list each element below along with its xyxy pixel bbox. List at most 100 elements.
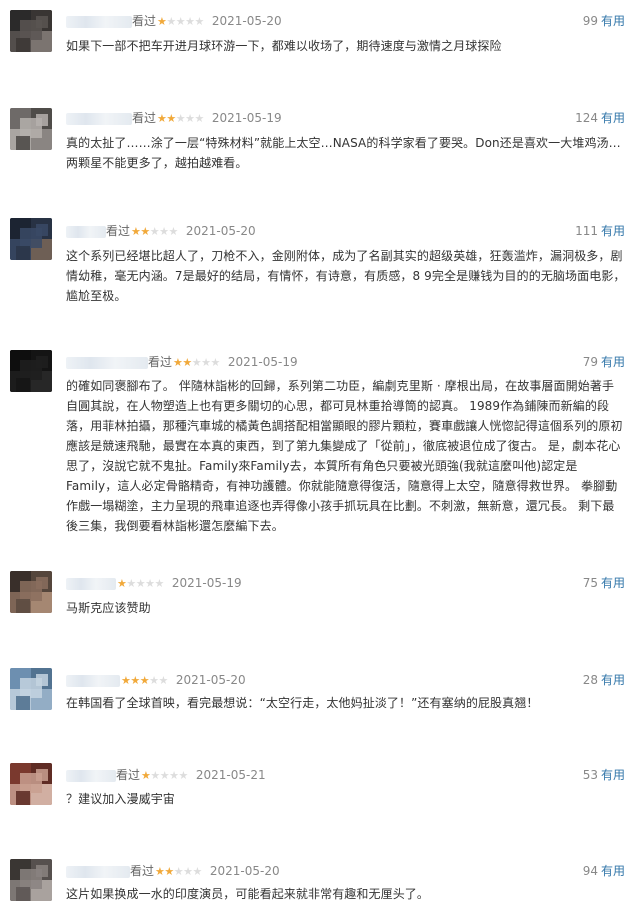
- username-blurred[interactable]: [66, 674, 120, 687]
- watch-status: 看过: [130, 864, 155, 878]
- review-content: 的確如同褒腳布了。 伴隨林詣彬的回歸，系列第二功臣，編劇克里斯 · 摩根出局，在…: [66, 379, 623, 533]
- review-date: 2021-05-19: [171, 576, 242, 590]
- avatar[interactable]: [10, 350, 52, 392]
- review-meta: 看过★★★★★ 2021-05-19: [66, 110, 282, 126]
- username-blurred[interactable]: [66, 15, 132, 28]
- useful-votes: 53 有用: [583, 767, 625, 783]
- rating-stars: ★★★★★: [117, 576, 164, 592]
- avatar[interactable]: [10, 859, 52, 901]
- review-meta: 看过★★★★★ 2021-05-20: [66, 13, 282, 29]
- username-blurred[interactable]: [66, 769, 116, 782]
- vote-count: 28: [582, 673, 598, 687]
- review-content: 真的太扯了……涂了一层“特殊材料”就能上太空…NASA的科学家看了要哭。Don还…: [66, 136, 621, 170]
- avatar[interactable]: [10, 763, 52, 805]
- review-date: 2021-05-20: [175, 673, 246, 687]
- useful-votes: 79 有用: [583, 354, 625, 370]
- rating-stars: ★★★★★: [157, 111, 204, 127]
- username-blurred[interactable]: [66, 225, 106, 238]
- review-date: 2021-05-20: [211, 14, 282, 28]
- watch-status: 看过: [132, 14, 157, 28]
- avatar[interactable]: [10, 571, 52, 613]
- star-empty-icon: ★: [145, 577, 155, 590]
- useful-button[interactable]: 有用: [601, 768, 625, 782]
- username-blurred[interactable]: [66, 865, 130, 878]
- useful-button[interactable]: 有用: [601, 576, 625, 590]
- useful-button[interactable]: 有用: [601, 864, 625, 878]
- review-content: ？建议加入漫威宇宙: [66, 792, 175, 806]
- rating-stars: ★★★★★: [141, 768, 188, 784]
- star-filled-icon: ★: [173, 356, 183, 369]
- star-empty-icon: ★: [150, 769, 160, 782]
- star-filled-icon: ★: [140, 225, 150, 238]
- useful-button[interactable]: 有用: [601, 355, 625, 369]
- star-filled-icon: ★: [121, 674, 131, 687]
- username-blurred[interactable]: [66, 112, 132, 125]
- star-empty-icon: ★: [183, 865, 193, 878]
- useful-button[interactable]: 有用: [601, 111, 625, 125]
- review-content: 在韩国看了全球首映，看完最想说：“太空行走，太他妈扯淡了！”还有塞纳的屁股真翘！: [66, 696, 539, 710]
- star-filled-icon: ★: [166, 112, 176, 125]
- star-empty-icon: ★: [126, 577, 136, 590]
- review-meta: 看过★★★★★2021-05-20: [66, 672, 246, 688]
- star-empty-icon: ★: [135, 577, 146, 590]
- avatar[interactable]: [10, 10, 52, 52]
- avatar[interactable]: [10, 218, 52, 260]
- avatar[interactable]: [10, 668, 52, 710]
- star-filled-icon: ★: [139, 674, 150, 687]
- review-meta: 看过★★★★★2021-05-19: [66, 575, 242, 591]
- star-filled-icon: ★: [182, 356, 192, 369]
- watch-status: 看过: [132, 111, 157, 125]
- star-empty-icon: ★: [185, 112, 195, 125]
- star-filled-icon: ★: [164, 865, 174, 878]
- vote-count: 75: [582, 576, 598, 590]
- star-empty-icon: ★: [201, 356, 211, 369]
- star-empty-icon: ★: [159, 225, 169, 238]
- useful-button[interactable]: 有用: [601, 224, 625, 238]
- star-empty-icon: ★: [192, 865, 203, 878]
- watch-status: 看过: [148, 355, 173, 369]
- star-empty-icon: ★: [175, 15, 186, 28]
- useful-button[interactable]: 有用: [601, 14, 625, 28]
- star-empty-icon: ★: [149, 674, 159, 687]
- star-empty-icon: ★: [159, 769, 170, 782]
- useful-votes: 111 有用: [575, 223, 625, 239]
- star-filled-icon: ★: [157, 112, 167, 125]
- star-empty-icon: ★: [175, 112, 186, 125]
- vote-count: 94: [582, 864, 598, 878]
- star-empty-icon: ★: [166, 15, 176, 28]
- review-date: 2021-05-19: [211, 111, 282, 125]
- star-filled-icon: ★: [131, 225, 141, 238]
- vote-count: 79: [582, 355, 598, 369]
- rating-stars: ★★★★★: [131, 224, 178, 240]
- star-empty-icon: ★: [158, 674, 169, 687]
- useful-votes: 75 有用: [583, 575, 625, 591]
- rating-stars: ★★★★★: [155, 864, 202, 880]
- username-blurred[interactable]: [66, 356, 148, 369]
- star-filled-icon: ★: [117, 577, 127, 590]
- review-content: 马斯克应该赞助: [66, 601, 151, 615]
- star-filled-icon: ★: [141, 769, 151, 782]
- review-content: 如果下一部不把车开进月球环游一下，都难以收场了，期待速度与激情之月球探险: [66, 39, 502, 53]
- useful-votes: 94 有用: [583, 863, 625, 879]
- review-content: 这个系列已经堪比超人了，刀枪不入，金刚附体，成为了名副其实的超级英雄，狂轰滥炸，…: [66, 249, 626, 303]
- star-empty-icon: ★: [173, 865, 184, 878]
- review-content: 这片如果换成一水的印度演员，可能看起来就非常有趣和无厘头了。: [66, 887, 430, 901]
- review-date: 2021-05-19: [227, 355, 298, 369]
- username-blurred[interactable]: [66, 577, 116, 590]
- avatar[interactable]: [10, 108, 52, 150]
- vote-count: 53: [582, 768, 598, 782]
- star-empty-icon: ★: [149, 225, 160, 238]
- vote-count: 111: [575, 224, 598, 238]
- useful-button[interactable]: 有用: [601, 673, 625, 687]
- star-empty-icon: ★: [191, 356, 202, 369]
- review-meta: 看过★★★★★ 2021-05-20: [66, 223, 256, 239]
- star-empty-icon: ★: [169, 769, 179, 782]
- useful-votes: 124 有用: [575, 110, 625, 126]
- star-filled-icon: ★: [155, 865, 165, 878]
- useful-votes: 99 有用: [583, 13, 625, 29]
- vote-count: 99: [582, 14, 598, 28]
- review-meta: 看过★★★★★ 2021-05-21: [66, 767, 266, 783]
- rating-stars: ★★★★★: [157, 14, 204, 30]
- review-date: 2021-05-20: [185, 224, 256, 238]
- watch-status: 看过: [106, 224, 131, 238]
